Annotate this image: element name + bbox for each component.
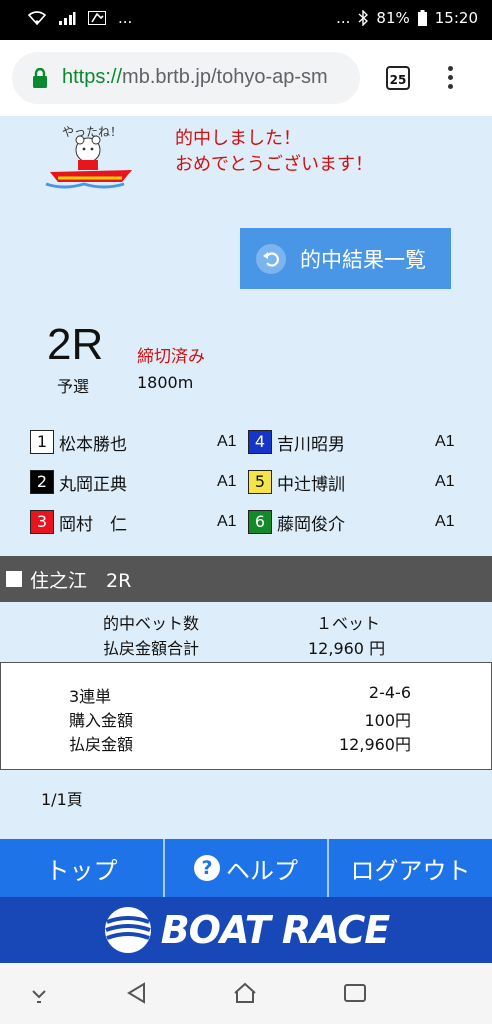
logout-label: ログアウト xyxy=(350,856,471,885)
racer-number: 6 xyxy=(248,510,272,534)
race-number: 2R xyxy=(47,320,104,369)
wifi-icon xyxy=(28,11,46,25)
racer-class: A1 xyxy=(435,473,455,490)
keyboard-hide-icon[interactable] xyxy=(26,981,52,1005)
logout-button[interactable]: ログアウト xyxy=(329,839,492,897)
browser-toolbar: https://mb.brtb.jp/tohyo-ap-sm 25 xyxy=(0,40,492,116)
stadium-label: 住之江 2R xyxy=(30,569,132,592)
race-type: 予選 xyxy=(57,377,90,396)
racer-name: 松本勝也 xyxy=(59,434,127,455)
help-icon: ? xyxy=(194,855,220,881)
bet-detail-box: 3連単 2-4-6 購入金額 100円 払戻金額 12,960円 xyxy=(0,662,492,770)
racer-4: 4 吉川昭男 A1 xyxy=(248,429,455,455)
address-bar[interactable]: https://mb.brtb.jp/tohyo-ap-sm xyxy=(12,52,360,104)
back-icon[interactable] xyxy=(124,981,150,1005)
congrats-line1: 的中しました！ xyxy=(175,128,301,149)
racer-1: 1 松本勝也 A1 xyxy=(30,429,237,455)
svg-text:やったね！: やったね！ xyxy=(62,125,122,139)
top-button[interactable]: トップ xyxy=(0,839,165,897)
racer-number: 1 xyxy=(30,430,54,454)
race-distance: 1800m xyxy=(137,373,194,392)
battery-icon xyxy=(417,10,427,26)
purchase-amount-value: 100円 xyxy=(364,711,411,730)
racer-class: A1 xyxy=(217,433,237,450)
battery-percent: 81% xyxy=(376,9,410,27)
back-arrow-icon xyxy=(256,243,286,274)
racer-2: 2 丸岡正典 A1 xyxy=(30,469,237,495)
boat-race-text: BOAT RACE xyxy=(160,908,391,952)
racer-number: 4 xyxy=(248,430,272,454)
racer-number: 3 xyxy=(30,510,54,534)
status-left-dots: ... xyxy=(118,9,133,27)
stadium-header: 住之江 2R xyxy=(0,556,492,602)
bet-type-label: 3連単 xyxy=(69,687,112,706)
pagination: 1/1頁 xyxy=(41,790,83,809)
purchase-amount-label: 購入金額 xyxy=(69,711,134,730)
bottom-nav: トップ ? ヘルプ ログアウト xyxy=(0,839,492,897)
mascot-boat-icon: やったね！ xyxy=(45,125,132,189)
status-right-dots: ... xyxy=(336,9,351,27)
racer-class: A1 xyxy=(217,513,237,530)
racer-name: 丸岡正典 xyxy=(59,474,127,495)
racer-6: 6 藤岡俊介 A1 xyxy=(248,509,455,535)
payout-total-value: 12,960 円 xyxy=(308,639,386,658)
racer-class: A1 xyxy=(217,473,237,490)
hit-bets-value: １ベット xyxy=(316,614,381,633)
menu-dots-icon[interactable] xyxy=(446,66,454,94)
system-nav-bar xyxy=(0,963,492,1024)
top-label: トップ xyxy=(45,856,118,885)
hit-result-list-label: 的中結果一覧 xyxy=(300,247,426,272)
clock: 15:20 xyxy=(434,9,478,27)
racer-name: 吉川昭男 xyxy=(277,434,345,455)
racer-name: 藤岡俊介 xyxy=(277,514,345,535)
bet-combination: 2-4-6 xyxy=(368,683,411,702)
racer-5: 5 中辻博訓 A1 xyxy=(248,469,455,495)
boat-race-logo: BOAT RACE xyxy=(0,897,492,963)
racer-number: 2 xyxy=(30,470,54,494)
payout-amount-label: 払戻金額 xyxy=(69,735,134,754)
tab-switcher-button[interactable]: 25 xyxy=(386,66,410,90)
congrats-line2: おめでとうございます！ xyxy=(175,154,373,175)
help-label: ヘルプ xyxy=(226,856,298,885)
congrats-message: 的中しました！ おめでとうございます！ xyxy=(175,126,373,178)
payout-total-label: 払戻金額合計 xyxy=(103,639,200,658)
status-bar: ... ... 81% 15:20 xyxy=(0,0,492,40)
racer-name: 岡村 仁 xyxy=(59,514,127,535)
racer-number: 5 xyxy=(248,470,272,494)
hit-bets-label: 的中ベット数 xyxy=(103,614,200,633)
help-button[interactable]: ? ヘルプ xyxy=(165,839,329,897)
recent-apps-icon[interactable] xyxy=(342,981,368,1005)
racer-3: 3 岡村 仁 A1 xyxy=(30,509,237,535)
payout-amount-value: 12,960円 xyxy=(339,735,411,754)
lock-icon xyxy=(33,68,47,88)
bluetooth-icon xyxy=(358,10,369,26)
square-bullet-icon xyxy=(6,571,22,587)
hit-result-list-button[interactable]: 的中結果一覧 xyxy=(240,228,451,289)
signal-icon xyxy=(59,12,76,25)
racer-name: 中辻博訓 xyxy=(277,474,345,495)
racer-class: A1 xyxy=(435,513,455,530)
app-notification-icon xyxy=(88,11,106,25)
url-text: https://mb.brtb.jp/tohyo-ap-sm xyxy=(62,66,328,88)
racer-class: A1 xyxy=(435,433,455,450)
home-icon[interactable] xyxy=(232,981,258,1005)
boat-race-emblem-icon xyxy=(104,907,151,953)
race-status: 締切済み xyxy=(137,347,205,367)
